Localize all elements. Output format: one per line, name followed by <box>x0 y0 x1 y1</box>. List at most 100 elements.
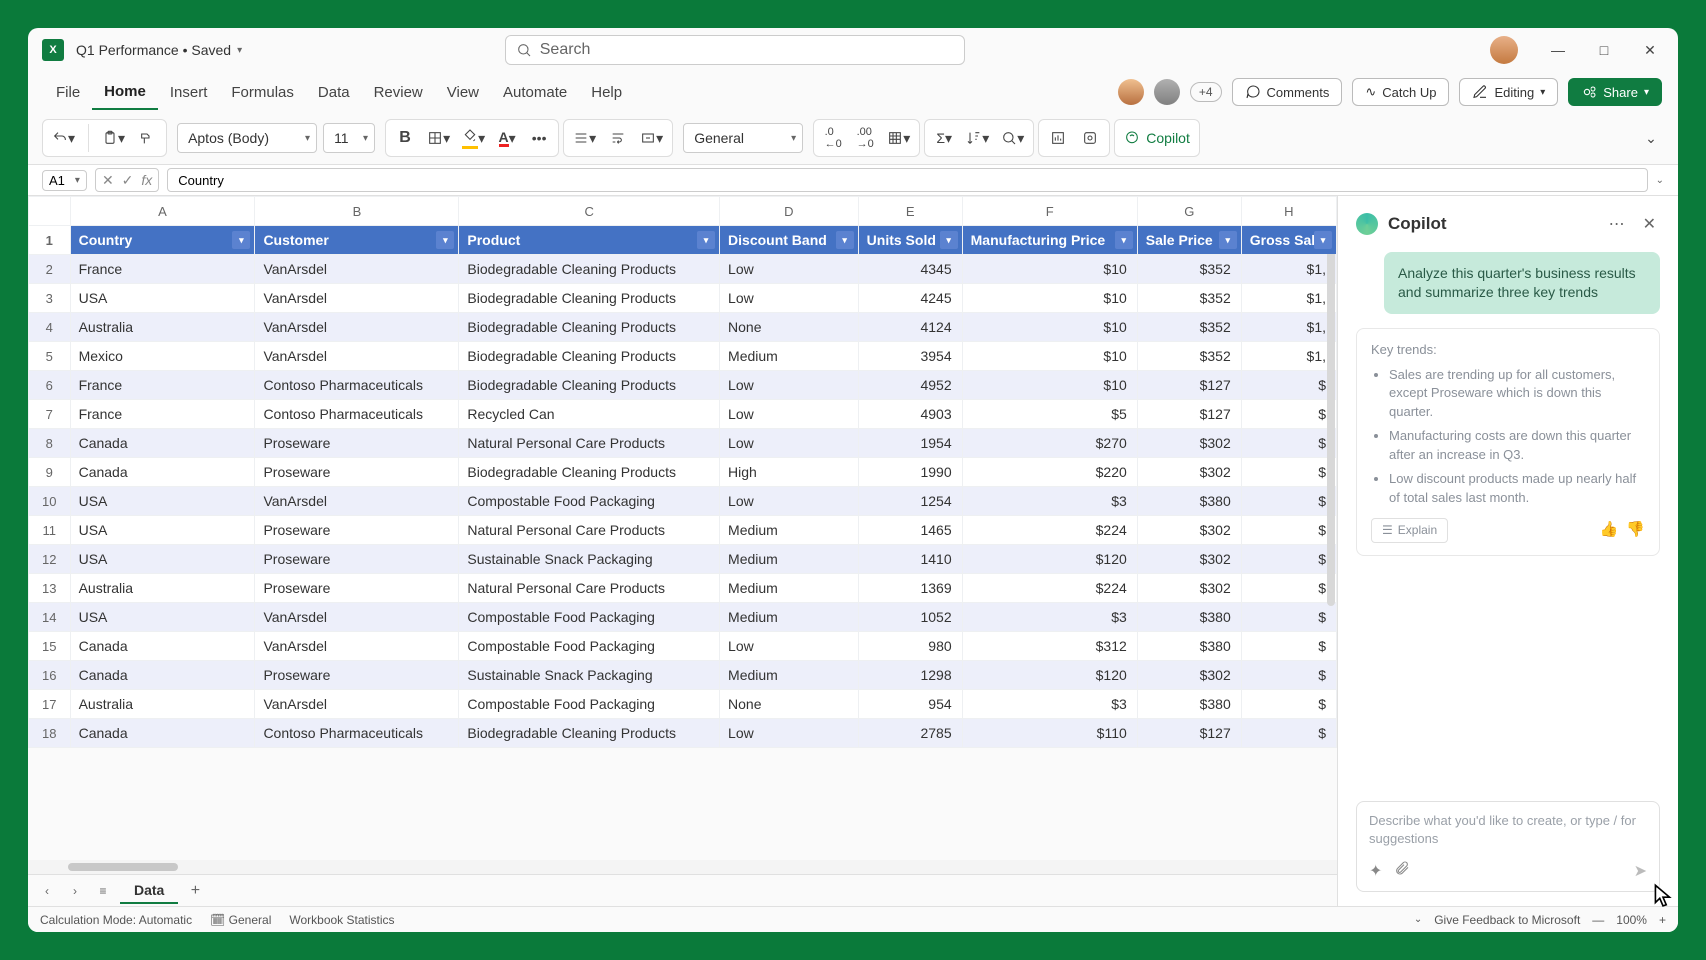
cell[interactable]: Medium <box>720 516 859 545</box>
cell[interactable]: Proseware <box>255 458 459 487</box>
cell[interactable]: $ <box>1241 371 1336 400</box>
cell[interactable]: Low <box>720 487 859 516</box>
cell[interactable]: Low <box>720 719 859 748</box>
search-input[interactable]: Search <box>505 35 965 65</box>
align-button[interactable]: ▾ <box>570 124 599 152</box>
cell[interactable]: None <box>720 313 859 342</box>
table-column-header[interactable]: Manufacturing Price▾ <box>962 226 1137 255</box>
cell[interactable]: $ <box>1241 458 1336 487</box>
column-header[interactable]: F <box>962 197 1137 226</box>
cell[interactable]: VanArsdel <box>255 603 459 632</box>
column-header[interactable]: A <box>70 197 255 226</box>
paste-button[interactable]: ▾ <box>99 124 128 152</box>
filter-button[interactable]: ▾ <box>1314 231 1332 249</box>
cell[interactable]: Proseware <box>255 429 459 458</box>
cell[interactable]: Sustainable Snack Packaging <box>459 661 720 690</box>
copilot-explain-button[interactable]: ☰ Explain <box>1371 518 1448 543</box>
filter-button[interactable]: ▾ <box>1115 231 1133 249</box>
cell[interactable]: Medium <box>720 342 859 371</box>
format-painter-button[interactable] <box>134 124 160 152</box>
autosum-button[interactable]: Σ▾ <box>931 124 957 152</box>
row-header[interactable]: 13 <box>29 574 71 603</box>
cell[interactable]: USA <box>70 487 255 516</box>
cell[interactable]: $ <box>1241 545 1336 574</box>
cell[interactable]: $ <box>1241 429 1336 458</box>
copilot-menu-button[interactable]: ⋯ <box>1605 210 1629 238</box>
cell[interactable]: Proseware <box>255 661 459 690</box>
row-header[interactable]: 8 <box>29 429 71 458</box>
attachment-icon[interactable] <box>1394 860 1410 881</box>
menu-view[interactable]: View <box>435 76 491 109</box>
filter-button[interactable]: ▾ <box>232 231 250 249</box>
cell[interactable]: Proseware <box>255 545 459 574</box>
cell[interactable]: $ <box>1241 719 1336 748</box>
column-header[interactable]: C <box>459 197 720 226</box>
cell[interactable]: Medium <box>720 545 859 574</box>
cell[interactable]: 4245 <box>858 284 962 313</box>
copilot-input[interactable]: Describe what you'd like to create, or t… <box>1356 801 1660 892</box>
cell[interactable]: $3 <box>962 690 1137 719</box>
cell[interactable]: $352 <box>1137 313 1241 342</box>
sheet-nav-prev[interactable]: ‹ <box>36 880 58 902</box>
cell[interactable]: $ <box>1241 516 1336 545</box>
row-header[interactable]: 12 <box>29 545 71 574</box>
cell[interactable]: $302 <box>1137 574 1241 603</box>
send-button[interactable]: ➤ <box>1634 861 1647 881</box>
cell[interactable]: Proseware <box>255 574 459 603</box>
cell[interactable]: Compostable Food Packaging <box>459 690 720 719</box>
cell[interactable]: VanArsdel <box>255 342 459 371</box>
filter-button[interactable]: ▾ <box>697 231 715 249</box>
cell[interactable]: $302 <box>1137 661 1241 690</box>
row-header[interactable]: 6 <box>29 371 71 400</box>
row-header[interactable]: 15 <box>29 632 71 661</box>
cell[interactable]: $10 <box>962 342 1137 371</box>
row-header[interactable]: 1 <box>29 226 71 255</box>
cell[interactable]: $270 <box>962 429 1137 458</box>
cell[interactable]: Biodegradable Cleaning Products <box>459 719 720 748</box>
cell[interactable]: 1465 <box>858 516 962 545</box>
font-size-select[interactable]: 11 <box>323 123 375 153</box>
menu-file[interactable]: File <box>44 76 92 109</box>
cell[interactable]: Low <box>720 284 859 313</box>
cell[interactable]: Biodegradable Cleaning Products <box>459 255 720 284</box>
cell[interactable]: $302 <box>1137 458 1241 487</box>
spreadsheet-grid[interactable]: ABCDEFGH1Country▾Customer▾Product▾Discou… <box>28 196 1337 860</box>
thumbs-down-button[interactable]: 👎 <box>1626 519 1645 541</box>
cell[interactable]: Sustainable Snack Packaging <box>459 545 720 574</box>
cancel-formula-button[interactable]: ✕ <box>102 172 114 189</box>
table-column-header[interactable]: Units Sold▾ <box>858 226 962 255</box>
borders-button[interactable]: ▾ <box>424 124 453 152</box>
undo-button[interactable]: ▾ <box>49 124 78 152</box>
vertical-scrollbar[interactable] <box>1327 226 1335 606</box>
presence-avatar-1[interactable] <box>1118 79 1144 105</box>
user-avatar[interactable] <box>1490 36 1518 64</box>
cell[interactable]: $380 <box>1137 632 1241 661</box>
cell[interactable]: Medium <box>720 574 859 603</box>
cell[interactable]: $ <box>1241 400 1336 429</box>
cell[interactable]: Biodegradable Cleaning Products <box>459 342 720 371</box>
cell[interactable]: $1, <box>1241 255 1336 284</box>
cell[interactable]: 1369 <box>858 574 962 603</box>
increase-decimal-button[interactable]: .00→0 <box>852 124 878 152</box>
cell[interactable]: 1954 <box>858 429 962 458</box>
cell[interactable]: None <box>720 690 859 719</box>
cell[interactable]: 980 <box>858 632 962 661</box>
cell[interactable]: Low <box>720 632 859 661</box>
more-font-button[interactable]: ••• <box>526 124 552 152</box>
title-dropdown-icon[interactable]: ▾ <box>237 45 242 56</box>
column-header[interactable]: G <box>1137 197 1241 226</box>
column-header[interactable]: E <box>858 197 962 226</box>
cell[interactable]: $3 <box>962 487 1137 516</box>
cell[interactable]: $5 <box>962 400 1137 429</box>
cell[interactable]: $ <box>1241 690 1336 719</box>
cell[interactable]: Mexico <box>70 342 255 371</box>
cell[interactable]: $380 <box>1137 603 1241 632</box>
sheet-tab-data[interactable]: Data <box>120 878 178 904</box>
menu-formulas[interactable]: Formulas <box>219 76 306 109</box>
accessibility-status[interactable]: 🗓 General <box>210 913 271 927</box>
bold-button[interactable]: B <box>392 124 418 152</box>
filter-button[interactable]: ▾ <box>1219 231 1237 249</box>
cell[interactable]: Canada <box>70 719 255 748</box>
cell[interactable]: Contoso Pharmaceuticals <box>255 371 459 400</box>
cell[interactable]: USA <box>70 603 255 632</box>
